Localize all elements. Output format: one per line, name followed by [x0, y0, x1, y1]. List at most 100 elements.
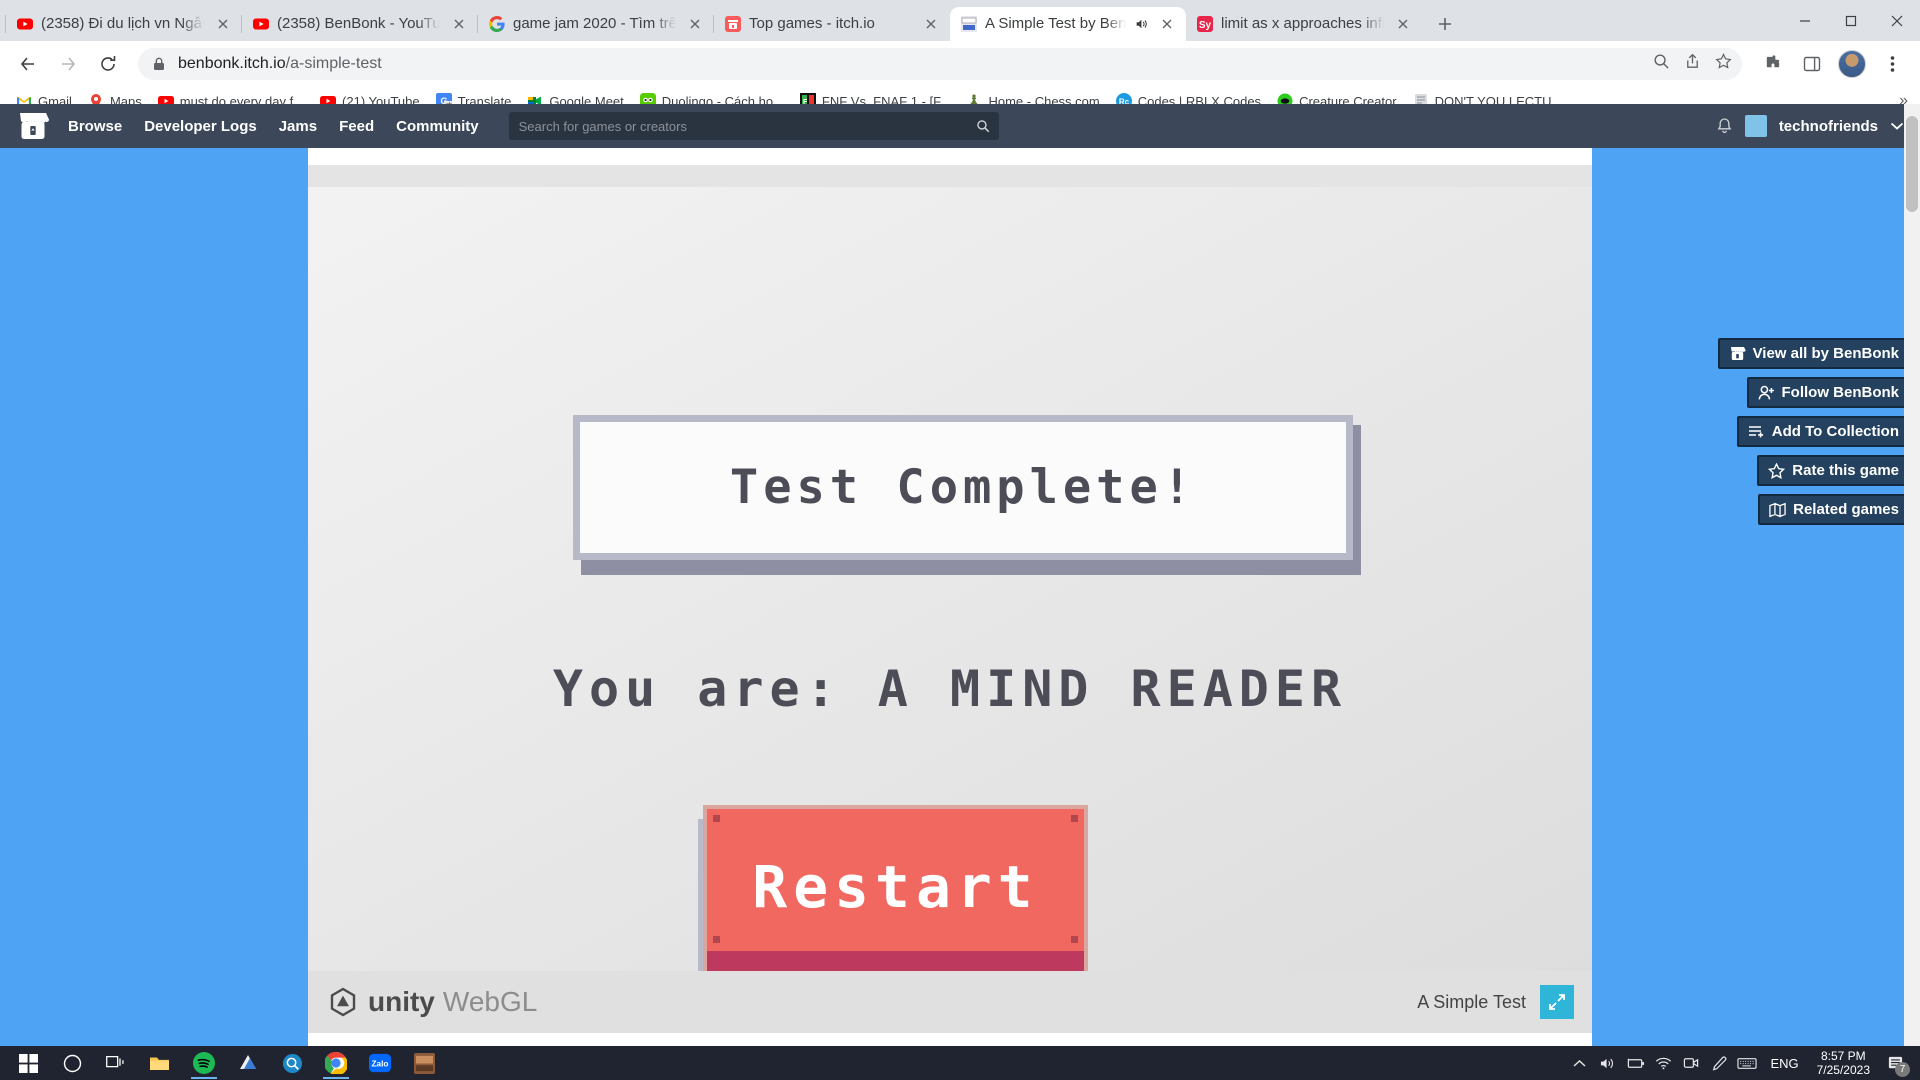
panel-title: Test Complete! [729, 460, 1197, 515]
tab-title: game jam 2020 - Tìm trên G [513, 16, 676, 32]
tab-audio-icon[interactable] [1134, 17, 1148, 31]
chevron-up-icon[interactable] [1566, 1046, 1592, 1080]
folder-icon [150, 1057, 169, 1070]
svg-text:Sy: Sy [1199, 20, 1212, 31]
chrome-button[interactable] [314, 1046, 358, 1080]
new-tab-button[interactable] [1428, 7, 1462, 41]
browser-tab[interactable]: game jam 2020 - Tìm trên G [477, 7, 714, 41]
camera-icon[interactable] [1678, 1046, 1704, 1080]
scrollbar-thumb[interactable] [1906, 116, 1918, 212]
page-scrollbar[interactable] [1904, 104, 1920, 1046]
itchio-logo-icon[interactable] [16, 111, 50, 141]
search-box[interactable] [508, 112, 999, 140]
close-icon[interactable] [920, 13, 942, 35]
profile-button[interactable] [1834, 46, 1870, 82]
browser-tab[interactable]: Sy limit as x approaches infinit [1186, 7, 1422, 41]
language-indicator[interactable]: ENG [1762, 1056, 1806, 1071]
rate-this-game-button[interactable]: Rate this game [1757, 455, 1910, 486]
game-canvas[interactable]: Test Complete! You are: A MIND READER Re… [308, 165, 1592, 971]
blue-app-button[interactable] [226, 1046, 270, 1080]
task-view-button[interactable] [94, 1046, 138, 1080]
search-icon[interactable] [1653, 53, 1670, 75]
nav-feed[interactable]: Feed [339, 118, 374, 135]
nav-developer-logs[interactable]: Developer Logs [144, 118, 257, 135]
page-bottom-strip [308, 1033, 1592, 1046]
share-icon[interactable] [1684, 53, 1701, 75]
search-input[interactable] [518, 118, 989, 134]
youtube-icon [253, 18, 269, 30]
start-button[interactable] [6, 1046, 50, 1080]
unity-brand: unity WebGL [326, 985, 537, 1019]
youtube-icon [17, 18, 33, 30]
spotify-button[interactable] [182, 1046, 226, 1080]
follow-benbonk-button[interactable]: Follow BenBonk [1746, 377, 1910, 408]
restart-label: Restart [752, 853, 1039, 921]
pen-icon[interactable] [1706, 1046, 1732, 1080]
windows-taskbar: Zalo ENG 8:57 PM 7/25/2023 7 [0, 1046, 1920, 1080]
extensions-button[interactable] [1754, 46, 1790, 82]
browser-tab-active[interactable]: A Simple Test by BenBo [950, 7, 1186, 41]
search-icon[interactable] [976, 119, 990, 133]
maximize-button[interactable] [1828, 0, 1874, 41]
fullscreen-button[interactable] [1540, 985, 1574, 1019]
nav-browse[interactable]: Browse [68, 118, 122, 135]
map-icon [1769, 502, 1786, 517]
corner-pixel [713, 936, 720, 943]
chrome-menu-button[interactable] [1874, 46, 1910, 82]
restart-button[interactable]: Restart [703, 805, 1088, 971]
view-all-by-benbonk-button[interactable]: View all by BenBonk [1717, 338, 1910, 369]
notification-count: 7 [1895, 1062, 1910, 1077]
zalo-icon: Zalo [369, 1053, 391, 1073]
minimize-button[interactable] [1782, 0, 1828, 41]
browser-tab[interactable]: (2358) Đi du lịch vn Ngẫu n [5, 7, 242, 41]
close-icon[interactable] [1156, 13, 1178, 35]
game-app-button[interactable] [402, 1046, 446, 1080]
tab-title: (2358) BenBonk - YouTube [277, 16, 440, 32]
search-app-button[interactable] [270, 1046, 314, 1080]
star-icon[interactable] [1715, 52, 1732, 75]
user-plus-icon [1758, 385, 1774, 399]
title-panel: Test Complete! [573, 415, 1361, 575]
user-menu[interactable]: technofriends [1716, 115, 1904, 137]
task-view-icon [106, 1055, 124, 1068]
magnifier-app-icon [282, 1053, 302, 1073]
itchio-icon [1730, 347, 1746, 360]
reload-button[interactable] [90, 46, 126, 82]
volume-icon[interactable] [1594, 1046, 1620, 1080]
keyboard-icon[interactable] [1734, 1046, 1760, 1080]
related-games-button[interactable]: Related games [1758, 494, 1910, 525]
address-bar[interactable]: benbonk.itch.io/a-simple-test [138, 47, 1742, 80]
itch-header: Browse Developer Logs Jams Feed Communit… [0, 104, 1920, 148]
battery-icon[interactable] [1622, 1046, 1648, 1080]
zalo-button[interactable]: Zalo [358, 1046, 402, 1080]
sidepanel-icon [1803, 56, 1821, 71]
close-button[interactable] [1874, 0, 1920, 41]
taskbar-search-button[interactable] [50, 1046, 94, 1080]
side-panel-button[interactable] [1794, 46, 1830, 82]
clock-date: 7/25/2023 [1816, 1063, 1870, 1077]
tab-title: limit as x approaches infinit [1221, 16, 1384, 32]
close-icon[interactable] [212, 13, 234, 35]
close-icon[interactable] [1392, 13, 1414, 35]
notifications-button[interactable]: 7 [1880, 1046, 1910, 1080]
close-icon[interactable] [448, 13, 470, 35]
file-explorer-button[interactable] [138, 1046, 182, 1080]
forward-button[interactable] [50, 46, 86, 82]
puzzle-icon [1766, 55, 1779, 68]
google-icon [489, 16, 505, 32]
panel-box: Test Complete! [573, 415, 1353, 560]
nav-community[interactable]: Community [396, 118, 479, 135]
clock[interactable]: 8:57 PM 7/25/2023 [1809, 1049, 1878, 1077]
browser-tab[interactable]: (2358) BenBonk - YouTube [241, 7, 478, 41]
nav-jams[interactable]: Jams [279, 118, 317, 135]
back-button[interactable] [10, 46, 46, 82]
browser-tab[interactable]: Top games - itch.io [713, 7, 950, 41]
wifi-icon[interactable] [1650, 1046, 1676, 1080]
star-icon [1768, 462, 1786, 479]
side-btn-label: Add To Collection [1771, 423, 1899, 440]
close-icon[interactable] [684, 13, 706, 35]
chevron-down-icon[interactable] [1890, 121, 1904, 131]
add-to-collection-button[interactable]: Add To Collection [1736, 416, 1910, 447]
bell-icon[interactable] [1716, 117, 1733, 135]
browser-window: (2358) Đi du lịch vn Ngẫu n (2358) BenBo… [0, 0, 1920, 1046]
